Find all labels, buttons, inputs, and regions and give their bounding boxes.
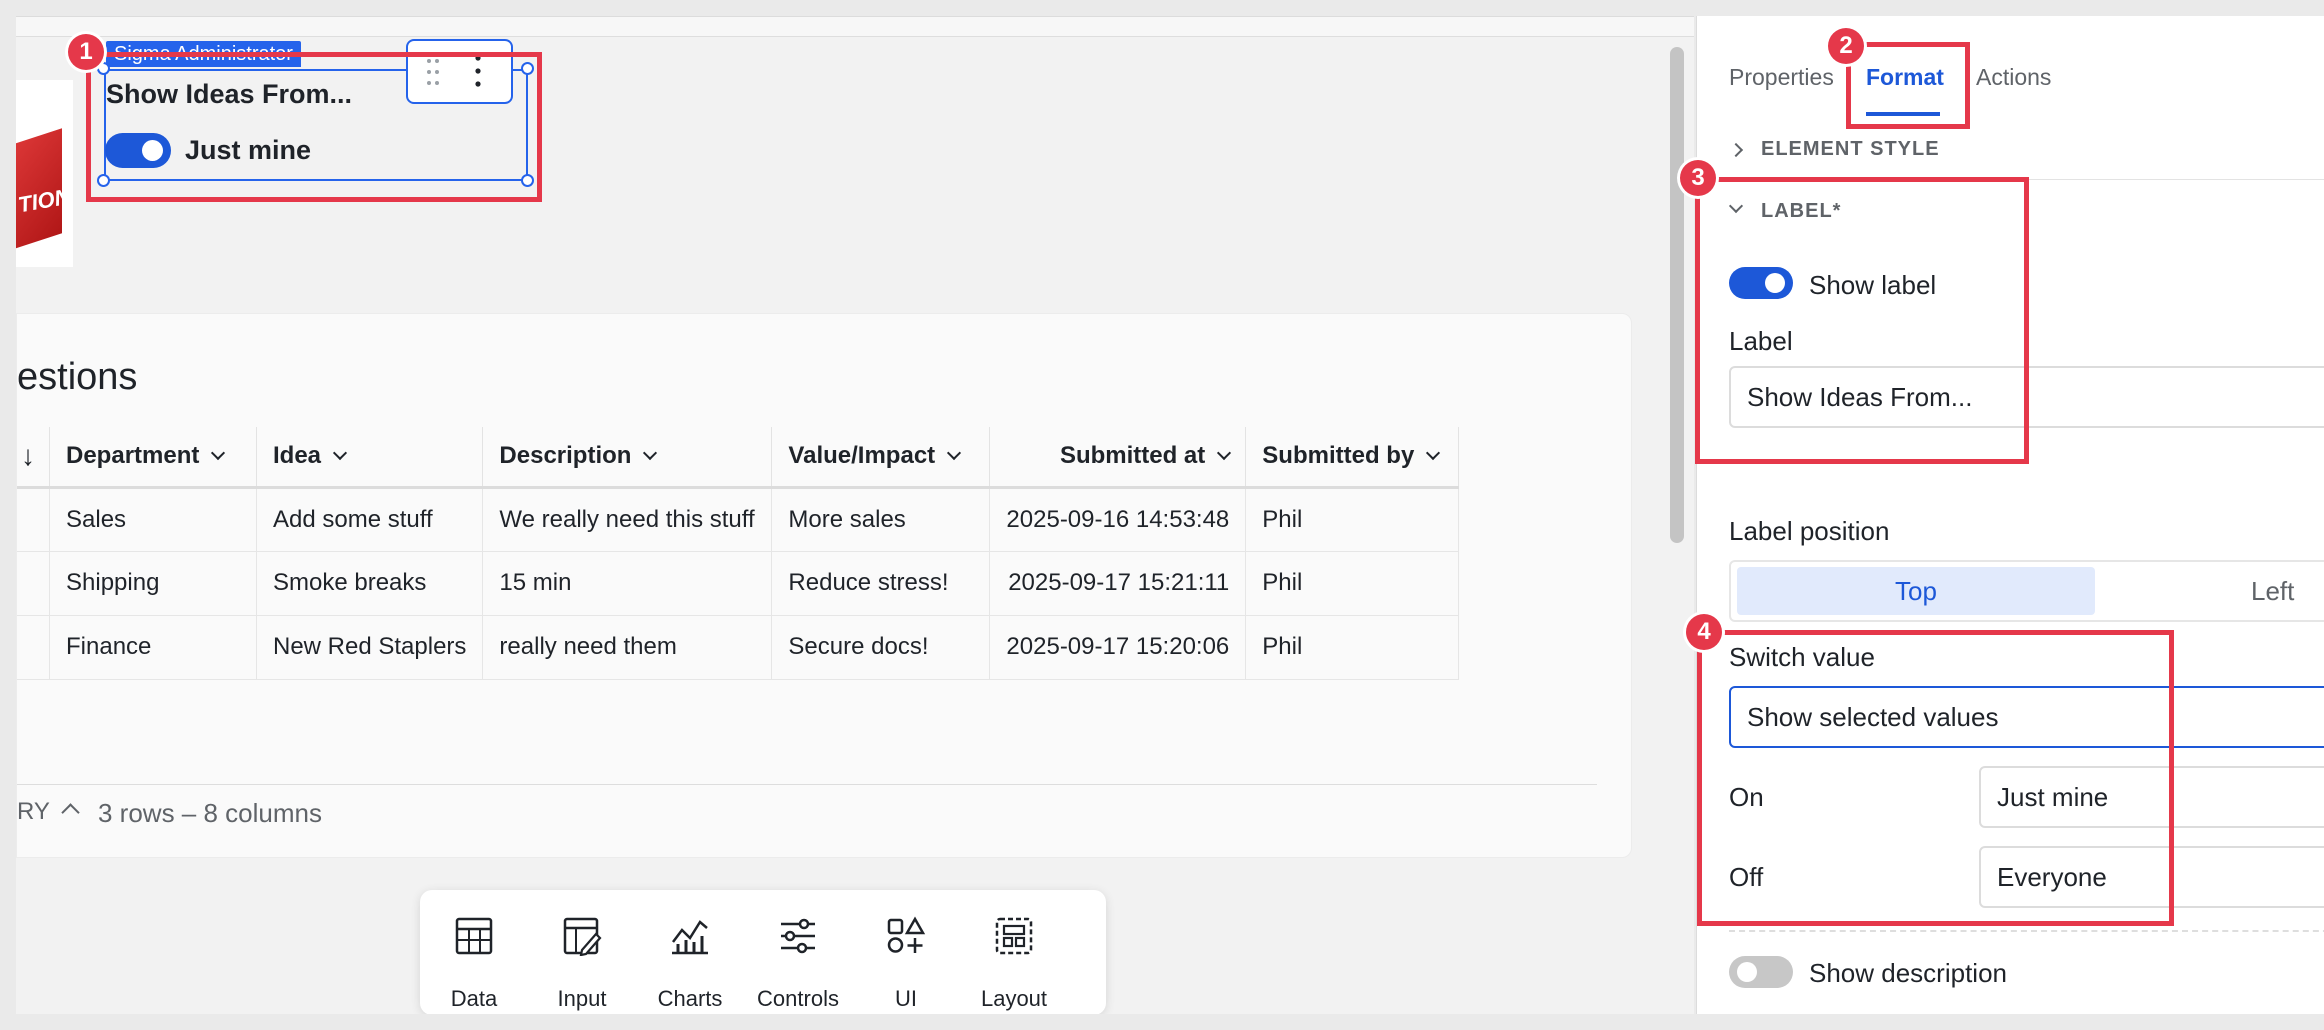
layout-icon (995, 917, 1033, 955)
column-header[interactable]: Submitted by (1245, 427, 1460, 489)
label-position-top-option[interactable]: Top (1737, 567, 2095, 615)
chevron-up-icon[interactable] (61, 803, 80, 822)
tool-label: Input (557, 986, 607, 1011)
show-description-text: Show description (1809, 958, 2007, 988)
chevron-down-icon[interactable] (211, 446, 226, 461)
table-cell[interactable]: 15 min (482, 551, 773, 616)
annotation-number-3: 3 (1680, 160, 1716, 196)
table-cell[interactable]: 2025-09-17 15:21:11 (989, 551, 1247, 616)
element-style-section[interactable]: ELEMENT STYLE (1761, 138, 1940, 161)
chart-icon (672, 920, 708, 955)
chevron-down-icon[interactable] (643, 446, 658, 461)
chevron-down-icon[interactable] (947, 446, 962, 461)
add-chart-button[interactable]: Charts (636, 890, 744, 1014)
tool-label: Charts (657, 986, 723, 1011)
table-cell[interactable]: Reduce stress! (771, 551, 991, 616)
add-ui-button[interactable]: UI (852, 890, 960, 1014)
tab-properties[interactable]: Properties (1729, 64, 1834, 91)
row-column-count: 3 rows – 8 columns (98, 798, 322, 828)
column-header[interactable]: Description (482, 427, 773, 489)
table-cell[interactable]: Secure docs! (771, 615, 991, 680)
tool-label: Controls (757, 986, 839, 1011)
add-element-toolbar: Data Input Charts Controls UI Layout (420, 890, 1106, 1014)
annotation-box-4 (1697, 630, 2174, 926)
chevron-down-icon[interactable] (1217, 446, 1232, 461)
canvas-top-strip (16, 17, 1694, 37)
image-element-thumbnail[interactable]: TION (16, 80, 73, 267)
column-header[interactable]: Idea (256, 427, 484, 489)
table-cell[interactable]: Finance (49, 615, 257, 680)
dashed-divider (1729, 930, 2324, 932)
column-header[interactable]: Value/Impact (771, 427, 991, 489)
summary-divider (17, 784, 1597, 785)
chevron-down-icon[interactable] (1426, 446, 1441, 461)
add-data-button[interactable]: Data (420, 890, 528, 1014)
annotation-box-1 (86, 52, 542, 202)
table-cell[interactable]: Shipping (49, 551, 257, 616)
table-cell[interactable]: Add some stuff (256, 487, 484, 552)
toggle-knob (1737, 962, 1757, 982)
table-cell[interactable]: Phil (1245, 551, 1460, 616)
chevron-right-icon[interactable] (1728, 142, 1744, 158)
tool-label: Layout (980, 986, 1048, 1011)
table-cell[interactable]: We really need this stuff (482, 487, 773, 552)
table-cell[interactable]: Sales (49, 487, 257, 552)
table-cell[interactable]: 2025-09-16 14:53:48 (989, 487, 1247, 552)
vertical-scrollbar[interactable] (1670, 47, 1684, 543)
table-cell[interactable]: Smoke breaks (256, 551, 484, 616)
table-cell[interactable]: Phil (1245, 615, 1460, 680)
table-header-row: ↓ Department Idea Description Value/Impa… (17, 427, 1460, 489)
sliders-icon (781, 918, 815, 954)
data-table: ↓ Department Idea Description Value/Impa… (17, 427, 1460, 680)
summary-label: RY (17, 798, 50, 825)
label-position-segmented: Top Left (1729, 560, 2324, 622)
annotation-box-2 (1846, 42, 1970, 129)
table-element[interactable]: estions ↓ Department Idea Description Va… (16, 313, 1632, 858)
tool-label: Data (450, 986, 498, 1011)
table-title: estions (17, 356, 138, 398)
table-cell[interactable]: Phil (1245, 487, 1460, 552)
table-row[interactable]: Sales Add some stuff We really need this… (17, 487, 1460, 552)
table-icon (455, 917, 493, 955)
table-cell[interactable]: 2025-09-17 15:20:06 (989, 615, 1247, 680)
chevron-down-icon[interactable] (332, 446, 348, 461)
annotation-box-3 (1695, 177, 2029, 464)
column-header[interactable]: Department (49, 427, 257, 489)
label-position-label: Label position (1729, 516, 1890, 546)
shapes-icon (887, 916, 926, 953)
annotation-number-2: 2 (1828, 28, 1864, 64)
label-position-left-option[interactable]: Left (2251, 567, 2294, 615)
table-row[interactable]: Shipping Smoke breaks 15 min Reduce stre… (17, 551, 1460, 616)
input-table-icon (563, 917, 602, 956)
annotation-number-1: 1 (68, 34, 104, 70)
table-row[interactable]: Finance New Red Staplers really need the… (17, 615, 1460, 680)
tab-actions[interactable]: Actions (1976, 64, 2051, 91)
add-control-button[interactable]: Controls (744, 890, 852, 1014)
column-header[interactable]: Submitted at (989, 427, 1247, 489)
table-cell[interactable]: More sales (771, 487, 991, 552)
add-layout-button[interactable]: Layout (960, 890, 1068, 1014)
table-cell[interactable]: New Red Staplers (256, 615, 484, 680)
sort-arrow-icon[interactable]: ↓ (17, 427, 50, 489)
table-cell[interactable]: really need them (482, 615, 773, 680)
tool-label: UI (895, 986, 917, 1011)
show-description-toggle[interactable] (1729, 956, 1793, 988)
annotation-number-4: 4 (1686, 614, 1722, 650)
add-input-button[interactable]: Input (528, 890, 636, 1014)
